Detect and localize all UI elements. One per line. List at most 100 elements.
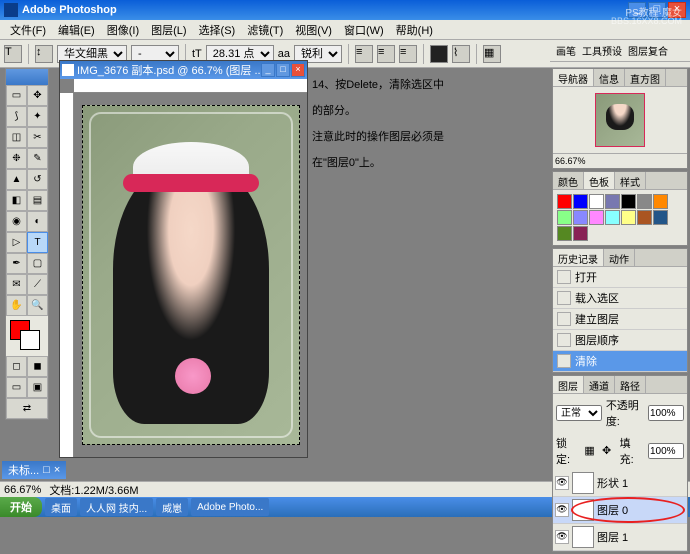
menu-file[interactable]: 文件(F) xyxy=(4,20,52,40)
ruler-horizontal[interactable] xyxy=(74,79,307,93)
layer-row[interactable]: 👁 图层 0 xyxy=(553,497,687,524)
tab-actions[interactable]: 动作 xyxy=(604,249,635,266)
lasso-tool[interactable]: ⟆ xyxy=(6,106,27,127)
swatch[interactable] xyxy=(653,210,668,225)
doc-minimize-button[interactable]: _ xyxy=(261,63,275,77)
menu-filter[interactable]: 滤镜(T) xyxy=(241,20,289,40)
document-titlebar[interactable]: IMG_3676 副本.psd @ 66.7% (图层 ...) _ □ × xyxy=(60,61,307,79)
quickmask-mode-button[interactable]: ◼ xyxy=(27,356,48,377)
zoom-tool[interactable]: 🔍 xyxy=(27,295,48,316)
swatch[interactable] xyxy=(605,194,620,209)
visibility-toggle[interactable]: 👁 xyxy=(555,530,569,544)
layer-thumbnail[interactable] xyxy=(572,526,594,548)
layer-name[interactable]: 图层 1 xyxy=(597,529,628,545)
swatch[interactable] xyxy=(557,210,572,225)
doc-close-button[interactable]: × xyxy=(291,63,305,77)
swatch[interactable] xyxy=(653,194,668,209)
text-color-swatch[interactable] xyxy=(430,45,448,63)
start-button[interactable]: 开始 xyxy=(0,497,42,517)
type-tool[interactable]: T xyxy=(27,232,48,253)
tab-color[interactable]: 颜色 xyxy=(553,172,584,189)
lock-pixels-icon[interactable]: ▦ xyxy=(584,444,598,458)
taskbar-item[interactable]: 桌面 xyxy=(45,498,77,516)
swatch[interactable] xyxy=(573,194,588,209)
menu-window[interactable]: 窗口(W) xyxy=(338,20,390,40)
menu-layer[interactable]: 图层(L) xyxy=(145,20,192,40)
minimized-doc-close[interactable]: × xyxy=(54,464,60,476)
layer-thumbnail[interactable] xyxy=(572,499,594,521)
tab-channels[interactable]: 通道 xyxy=(584,376,615,393)
tab-paths[interactable]: 路径 xyxy=(615,376,646,393)
tab-toolpresets[interactable]: 工具预设 xyxy=(582,43,622,58)
wand-tool[interactable]: ✦ xyxy=(27,106,48,127)
swatch[interactable] xyxy=(637,194,652,209)
minimized-doc-restore[interactable]: □ xyxy=(43,464,50,476)
taskbar-item[interactable]: Adobe Photo... xyxy=(191,498,269,516)
history-item[interactable]: 打开 xyxy=(553,267,687,288)
background-color[interactable] xyxy=(20,330,40,350)
swatch[interactable] xyxy=(573,210,588,225)
minimized-doc[interactable]: 未标... □ × xyxy=(2,461,66,479)
eraser-tool[interactable]: ◧ xyxy=(6,190,27,211)
stamp-tool[interactable]: ▲ xyxy=(6,169,27,190)
move-tool[interactable]: ✥ xyxy=(27,85,48,106)
history-item[interactable]: 清除 xyxy=(553,351,687,372)
swatch[interactable] xyxy=(589,194,604,209)
taskbar-item[interactable]: 人人网 技内... xyxy=(80,498,153,516)
layer-thumbnail[interactable] xyxy=(572,472,594,494)
ruler-vertical[interactable] xyxy=(60,93,74,457)
navigator-zoom[interactable]: 66.67% xyxy=(553,153,687,168)
navigator-thumbnail[interactable] xyxy=(595,93,645,147)
layer-name[interactable]: 图层 0 xyxy=(597,502,628,518)
history-item[interactable]: 建立图层 xyxy=(553,309,687,330)
screen-full-button[interactable]: ▣ xyxy=(27,377,48,398)
orientation-icon[interactable]: ↕ xyxy=(35,45,53,63)
swatch[interactable] xyxy=(557,194,572,209)
warp-text-button[interactable]: ⌇ xyxy=(452,45,470,63)
standard-mode-button[interactable]: ◻ xyxy=(6,356,27,377)
tab-layercomps[interactable]: 图层复合 xyxy=(628,43,668,58)
swatch[interactable] xyxy=(573,226,588,241)
fill-input[interactable] xyxy=(648,443,684,459)
visibility-toggle[interactable]: 👁 xyxy=(555,503,569,517)
layer-row[interactable]: 👁形状 1 xyxy=(553,470,687,497)
tab-histogram[interactable]: 直方图 xyxy=(625,69,666,86)
pen-tool[interactable]: ✒ xyxy=(6,253,27,274)
screen-std-button[interactable]: ▭ xyxy=(6,377,27,398)
tab-history[interactable]: 历史记录 xyxy=(553,249,604,266)
canvas[interactable] xyxy=(74,93,307,457)
tab-info[interactable]: 信息 xyxy=(594,69,625,86)
swatch[interactable] xyxy=(621,194,636,209)
marquee-tool[interactable]: ▭ xyxy=(6,85,27,106)
menu-view[interactable]: 视图(V) xyxy=(289,20,338,40)
align-right-button[interactable]: ≡ xyxy=(399,45,417,63)
history-brush-tool[interactable]: ↺ xyxy=(27,169,48,190)
blend-mode-select[interactable]: 正常 xyxy=(556,405,602,421)
lock-position-icon[interactable]: ✥ xyxy=(602,444,616,458)
taskbar-item[interactable]: 威崽 xyxy=(156,498,188,516)
eyedropper-tool[interactable]: ⟋ xyxy=(27,274,48,295)
text-tool-icon[interactable]: T xyxy=(4,45,22,63)
tab-layers[interactable]: 图层 xyxy=(553,376,584,393)
align-left-button[interactable]: ≡ xyxy=(355,45,373,63)
gradient-tool[interactable]: ▤ xyxy=(27,190,48,211)
menu-image[interactable]: 图像(I) xyxy=(101,20,145,40)
swatch[interactable] xyxy=(589,210,604,225)
hand-tool[interactable]: ✋ xyxy=(6,295,27,316)
healing-tool[interactable]: ❉ xyxy=(6,148,27,169)
slice-tool[interactable]: ✂ xyxy=(27,127,48,148)
dodge-tool[interactable]: ◐ xyxy=(27,211,48,232)
swatch[interactable] xyxy=(605,210,620,225)
menu-help[interactable]: 帮助(H) xyxy=(390,20,439,40)
tab-navigator[interactable]: 导航器 xyxy=(553,69,594,86)
layer-name[interactable]: 形状 1 xyxy=(597,475,628,491)
tab-styles[interactable]: 样式 xyxy=(615,172,646,189)
jump-imageready-button[interactable]: ⇄ xyxy=(6,398,48,419)
status-zoom[interactable]: 66.67% xyxy=(4,484,41,496)
blur-tool[interactable]: ◉ xyxy=(6,211,27,232)
swatch[interactable] xyxy=(637,210,652,225)
shape-tool[interactable]: ▢ xyxy=(27,253,48,274)
path-tool[interactable]: ▷ xyxy=(6,232,27,253)
align-center-button[interactable]: ≡ xyxy=(377,45,395,63)
notes-tool[interactable]: ✉ xyxy=(6,274,27,295)
